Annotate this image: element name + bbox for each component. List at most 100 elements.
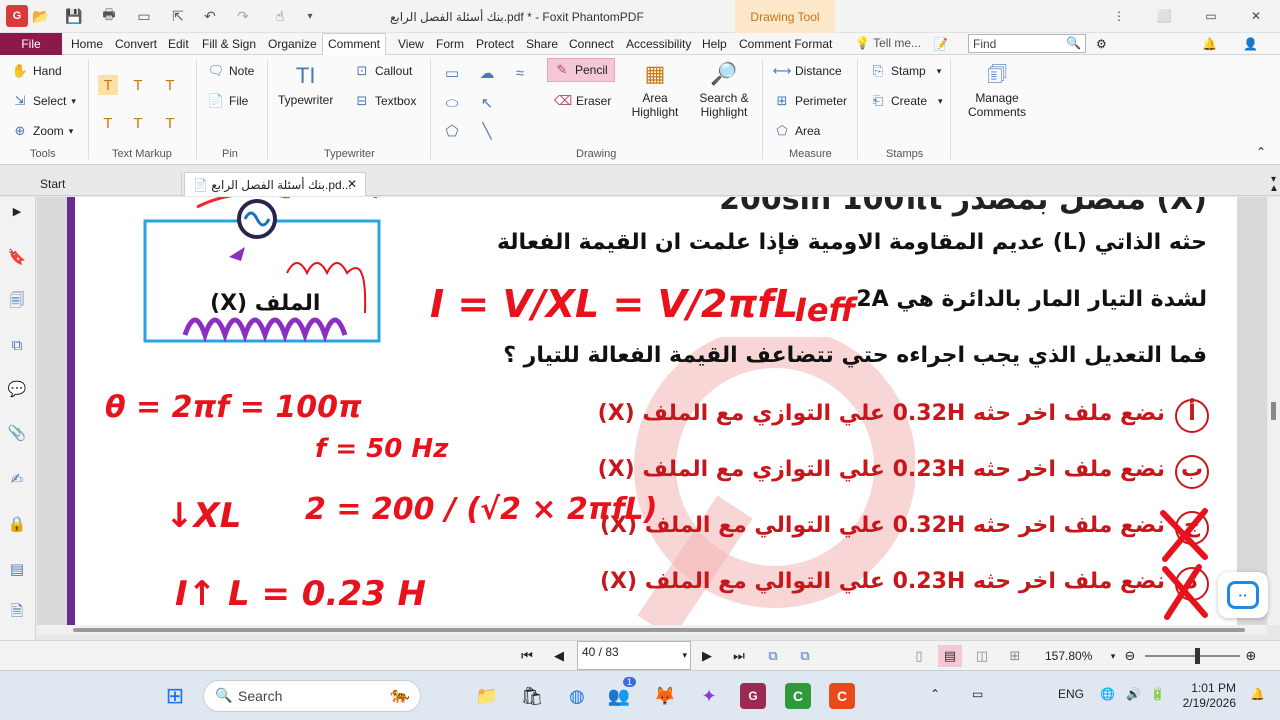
comments-panel-icon[interactable]: 💬 xyxy=(7,379,27,399)
cursor-icon[interactable]: ⇱ xyxy=(168,6,188,26)
menu-protect[interactable]: Protect xyxy=(476,37,514,51)
camtasia-green-icon[interactable]: C xyxy=(785,683,811,709)
callout-button[interactable]: ⊡ Callout xyxy=(354,63,413,79)
menu-edit[interactable]: Edit xyxy=(168,37,189,51)
strikeout-text-icon[interactable]: T xyxy=(160,75,180,95)
teams-icon[interactable]: 👥 1 xyxy=(606,677,636,709)
security-lock-icon[interactable]: 🔒 xyxy=(7,514,27,534)
eraser-button[interactable]: ⌫ Eraser xyxy=(554,93,612,109)
find-input[interactable]: Find 🔍 xyxy=(968,34,1086,53)
cloud-shape-icon[interactable]: ☁ xyxy=(477,63,497,83)
polygon-shape-icon[interactable]: ⬠ xyxy=(442,121,462,141)
close-button[interactable]: ✕ xyxy=(1247,8,1265,24)
foxit-phantompdf-taskbar-icon[interactable]: G xyxy=(740,683,766,709)
first-page-icon[interactable]: ⏮ xyxy=(518,647,536,665)
hand-tool-button[interactable]: ✋ Hand xyxy=(12,63,62,79)
notifications-bell-icon[interactable]: 🔔 xyxy=(1202,37,1217,51)
zoom-dropdown-icon[interactable]: ▾ xyxy=(1104,647,1122,665)
squiggly-text-icon[interactable]: T xyxy=(98,113,118,133)
feedback-icon[interactable]: 📝 xyxy=(933,37,948,51)
menu-convert[interactable]: Convert xyxy=(115,37,157,51)
search-icon[interactable]: 🔍 xyxy=(1066,36,1081,50)
single-page-icon[interactable]: ▯ xyxy=(910,647,928,665)
save-icon[interactable]: 💾 xyxy=(64,6,84,26)
open-folder-icon[interactable]: 📂 xyxy=(31,6,51,26)
customize-dropdown-icon[interactable]: ▾ xyxy=(300,6,320,26)
battery-icon[interactable]: 🔋 xyxy=(1150,687,1165,701)
menu-fill-sign[interactable]: Fill & Sign xyxy=(202,37,256,51)
menu-comment-format[interactable]: Comment Format xyxy=(739,37,832,51)
menu-form[interactable]: Form xyxy=(436,37,464,51)
previous-view-icon[interactable]: ⧉ xyxy=(764,647,782,665)
menu-share[interactable]: Share xyxy=(526,37,558,51)
horizontal-scrollbar[interactable] xyxy=(37,625,1267,635)
restore-ribbon-icon[interactable]: ⬜ xyxy=(1155,8,1173,24)
continuous-facing-icon[interactable]: ⊞ xyxy=(1006,647,1024,665)
ribbon-options-icon[interactable]: ⋮ xyxy=(1110,8,1128,24)
scroll-up-icon[interactable]: ▲ xyxy=(1269,183,1279,194)
textbox-button[interactable]: ⊟ Textbox xyxy=(354,93,417,109)
content-panel-icon[interactable]: ▤ xyxy=(7,559,27,579)
next-page-icon[interactable]: ▶ xyxy=(698,647,716,665)
menu-connect[interactable]: Connect xyxy=(569,37,614,51)
select-tool-button[interactable]: ⇲ Select ▾ xyxy=(12,93,76,109)
language-indicator[interactable]: ENG xyxy=(1058,687,1084,701)
menu-help[interactable]: Help xyxy=(702,37,727,51)
copilot-icon[interactable]: ✦ xyxy=(696,683,722,709)
search-highlight-button[interactable]: 🔎 Search & Highlight xyxy=(696,59,752,120)
vertical-scroll-thumb[interactable] xyxy=(1271,402,1276,420)
user-account-icon[interactable]: 👤 xyxy=(1243,37,1258,51)
pages-thumbnail-icon[interactable]: 🗐 xyxy=(7,292,27,312)
menu-accessibility[interactable]: Accessibility xyxy=(626,37,691,51)
menu-home[interactable]: Home xyxy=(71,37,103,51)
tags-icon[interactable]: 🗎 xyxy=(7,603,27,623)
perimeter-button[interactable]: ⊞ Perimeter xyxy=(774,93,847,109)
page-dropdown-icon[interactable]: ▾ xyxy=(682,650,687,661)
blank-page-icon[interactable]: ▭ xyxy=(134,6,154,26)
layers-icon[interactable]: ⧉ xyxy=(7,335,27,355)
windows-start-icon[interactable]: ⊞ xyxy=(162,683,188,709)
continuous-page-icon[interactable]: ▤ xyxy=(938,645,962,667)
polyline-shape-icon[interactable]: ≈ xyxy=(510,63,530,83)
signatures-icon[interactable]: ✍ xyxy=(7,469,27,489)
camtasia-recorder-icon[interactable]: C xyxy=(829,683,855,709)
facing-page-icon[interactable]: ◫ xyxy=(973,647,991,665)
taskbar-search[interactable]: 🔍 Search 🐅 xyxy=(203,680,421,712)
menu-organize[interactable]: Organize xyxy=(268,37,317,51)
tray-device-icon[interactable]: ▭ xyxy=(972,687,983,701)
stamp-button[interactable]: ⎘ Stamp ▾ xyxy=(870,63,941,79)
replace-text-icon[interactable]: T xyxy=(128,113,148,133)
pencil-button[interactable]: ✎ Pencil xyxy=(547,58,615,82)
zoom-slider[interactable] xyxy=(1145,648,1240,664)
manage-comments-button[interactable]: 🗊 Manage Comments xyxy=(962,59,1032,120)
oval-shape-icon[interactable]: ⬭ xyxy=(442,93,462,113)
line-shape-icon[interactable]: ╲ xyxy=(477,121,497,141)
area-button[interactable]: ⬠ Area xyxy=(774,123,820,139)
undo-icon[interactable]: ↶ xyxy=(200,6,220,26)
tab-document[interactable]: 📄 بنك أسئلة الفصل الرابع.pd... ✕ xyxy=(184,172,366,196)
attachments-icon[interactable]: 📎 xyxy=(7,423,27,443)
typewriter-button[interactable]: TI Typewriter xyxy=(278,61,333,108)
expand-panel-icon[interactable]: ▶ xyxy=(7,201,27,221)
zoom-in-icon[interactable]: ⊕ xyxy=(1242,647,1260,665)
system-clock[interactable]: 1:01 PM 2/19/2026 xyxy=(1180,681,1236,711)
tab-start[interactable]: Start xyxy=(32,172,182,196)
document-viewport[interactable]: (X) متصل بمصدر 200sin 100πt حثه الذاتي (… xyxy=(37,197,1267,625)
horizontal-scroll-thumb[interactable] xyxy=(73,628,1245,632)
collapse-ribbon-icon[interactable]: ⌃ xyxy=(1256,145,1266,159)
underline-text-icon[interactable]: T xyxy=(128,75,148,95)
distance-button[interactable]: ⟷ Distance xyxy=(773,63,842,79)
zoom-tool-button[interactable]: ⊕ Zoom ▾ xyxy=(12,123,74,139)
page-number-input[interactable]: 40 / 83 ▾ xyxy=(577,641,691,670)
tray-overflow-icon[interactable]: ⌃ xyxy=(930,687,940,701)
highlight-text-icon[interactable]: T xyxy=(98,75,118,95)
next-view-icon[interactable]: ⧉ xyxy=(796,647,814,665)
redo-icon[interactable]: ↷ xyxy=(233,6,253,26)
note-button[interactable]: 🗨 Note xyxy=(208,63,255,79)
drawing-tool-context-tab[interactable]: Drawing Tool xyxy=(735,0,835,33)
zoom-slider-thumb[interactable] xyxy=(1195,648,1200,664)
last-page-icon[interactable]: ⏭ xyxy=(730,647,748,665)
file-attach-button[interactable]: 📄 File xyxy=(208,93,248,109)
print-icon[interactable]: 🖶 xyxy=(99,6,119,26)
bookmarks-icon[interactable]: 🔖 xyxy=(7,247,27,267)
